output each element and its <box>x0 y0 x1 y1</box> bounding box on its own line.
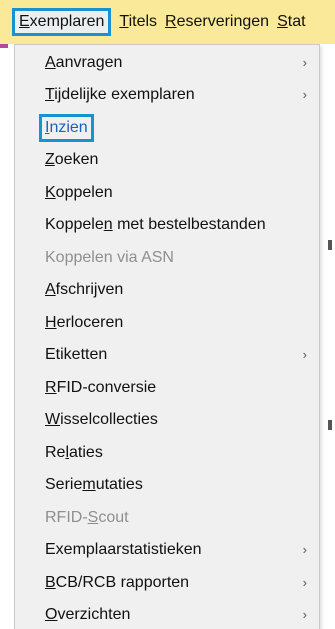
menu-item-label: Inzien <box>39 114 94 142</box>
chevron-right-icon: › <box>302 87 307 102</box>
menu-item-overzichten[interactable]: Overzichten › <box>15 599 319 629</box>
menu-item-herloceren[interactable]: Herloceren <box>15 307 319 339</box>
chevron-right-icon: › <box>302 55 307 70</box>
menu-item-inzien[interactable]: Inzien <box>15 112 319 144</box>
menu-label-post: eserveringen <box>176 13 270 30</box>
menu-item-relaties[interactable]: Relaties <box>15 437 319 469</box>
chevron-right-icon: › <box>302 347 307 362</box>
menu-item-seriemutaties[interactable]: Seriemutaties <box>15 469 319 501</box>
menu-item-exemplaarstatistieken[interactable]: Exemplaarstatistieken › <box>15 534 319 566</box>
chevron-right-icon: › <box>302 575 307 590</box>
menu-item-koppelen-via-asn: Koppelen via ASN <box>15 242 319 274</box>
menu-bar: Exemplaren Titels Reserveringen Stat <box>0 0 335 44</box>
background-left <box>0 44 14 629</box>
menu-label-post: xemplaren <box>29 13 105 30</box>
menu-item-label: Relaties <box>45 444 103 461</box>
menu-label-post: tat <box>287 13 306 30</box>
menu-item-label: Afschrijven <box>45 281 124 298</box>
menu-item-label: Koppelen <box>45 184 113 201</box>
menu-item-label: Etiketten <box>45 346 108 363</box>
menu-label-post: itels <box>128 13 158 30</box>
menu-exemplaren[interactable]: Exemplaren <box>12 8 112 36</box>
menu-item-label: Aanvragen <box>45 54 123 71</box>
menu-item-label: RFID-conversie <box>45 379 157 396</box>
menu-item-label: Overzichten <box>45 606 131 623</box>
menu-item-koppelen-met-bestelbestanden[interactable]: Koppelen met bestelbestanden <box>15 209 319 241</box>
chevron-right-icon: › <box>302 542 307 557</box>
menu-item-label: BCB/RCB rapporten <box>45 574 190 591</box>
menu-item-label: Tijdelijke exemplaren <box>45 86 195 103</box>
exemplaren-dropdown-menu: Aanvragen › Tijdelijke exemplaren › Inzi… <box>14 44 320 629</box>
menu-item-bcb-rcb-rapporten[interactable]: BCB/RCB rapporten › <box>15 567 319 599</box>
background-right <box>320 44 335 629</box>
menu-item-label: Koppelen via ASN <box>45 249 174 266</box>
menu-item-wisselcollecties[interactable]: Wisselcollecties <box>15 404 319 436</box>
menu-item-label: Zoeken <box>45 151 99 168</box>
menu-item-rfid-scout: RFID-Scout <box>15 502 319 534</box>
menu-item-tijdelijke-exemplaren[interactable]: Tijdelijke exemplaren › <box>15 79 319 111</box>
chevron-right-icon: › <box>302 607 307 622</box>
menu-item-label: Wisselcollecties <box>45 411 158 428</box>
menu-reserveringen[interactable]: Reserveringen <box>165 8 269 36</box>
background-mark <box>328 240 332 250</box>
menu-item-rfid-conversie[interactable]: RFID-conversie <box>15 372 319 404</box>
background-mark <box>328 420 332 430</box>
menu-item-label: Seriemutaties <box>45 476 143 493</box>
menu-item-label: Koppelen met bestelbestanden <box>45 216 266 233</box>
menu-item-koppelen[interactable]: Koppelen <box>15 177 319 209</box>
menu-titels[interactable]: Titels <box>119 8 157 36</box>
menu-accesskey: E <box>19 13 30 30</box>
menu-item-label: RFID-Scout <box>45 509 129 526</box>
background-accent <box>0 44 8 48</box>
menu-item-aanvragen[interactable]: Aanvragen › <box>15 47 319 79</box>
menu-item-label: Herloceren <box>45 314 124 331</box>
menu-accesskey: T <box>119 13 129 30</box>
menu-item-label: Exemplaarstatistieken <box>45 541 202 558</box>
menu-accesskey: S <box>277 13 288 30</box>
menu-accesskey: R <box>165 13 177 30</box>
menu-item-etiketten[interactable]: Etiketten › <box>15 339 319 371</box>
menu-item-afschrijven[interactable]: Afschrijven <box>15 274 319 306</box>
menu-stat[interactable]: Stat <box>277 8 305 36</box>
menu-item-zoeken[interactable]: Zoeken <box>15 144 319 176</box>
app-window: Exemplaren Titels Reserveringen Stat Aan… <box>0 0 335 629</box>
